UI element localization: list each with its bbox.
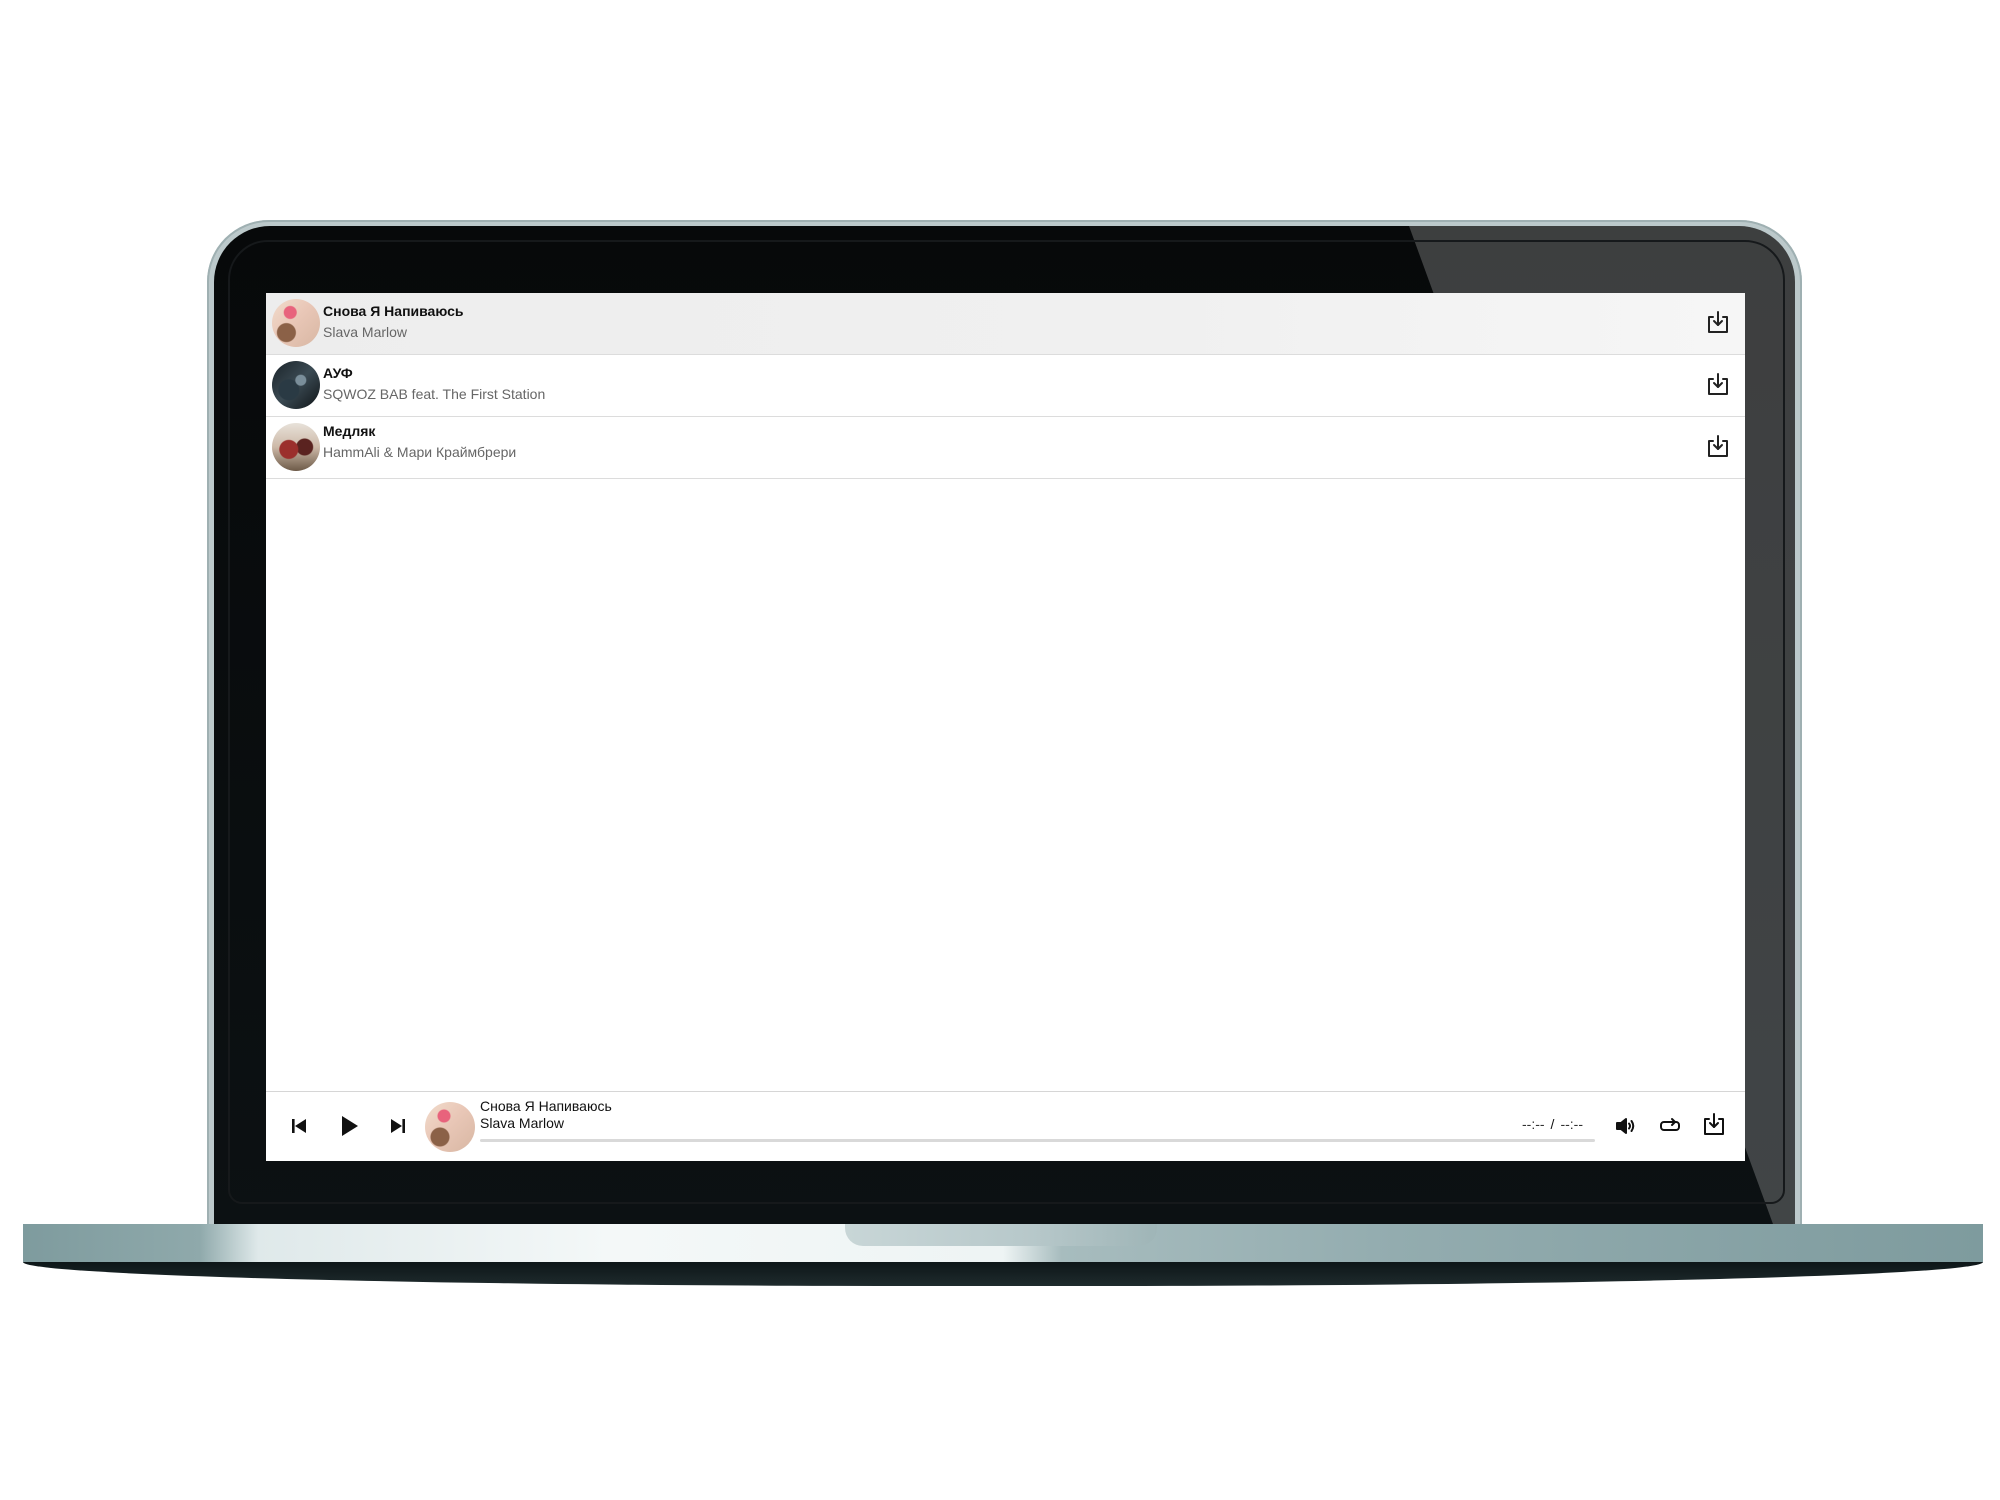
progress-bar[interactable] (480, 1139, 1595, 1142)
repeat-icon[interactable] (1658, 1114, 1682, 1138)
volume-icon[interactable] (1614, 1114, 1638, 1138)
download-icon[interactable] (1705, 434, 1731, 460)
music-player-app: Снова Я Напиваюсь Slava Marlow АУФ SQWOZ… (266, 293, 1745, 1161)
track-row[interactable]: АУФ SQWOZ BAB feat. The First Station (266, 355, 1745, 417)
album-cover-icon (272, 299, 320, 347)
current-time: --:-- (1522, 1116, 1545, 1132)
next-icon[interactable] (388, 1116, 408, 1136)
album-cover-icon (272, 361, 320, 409)
download-icon[interactable] (1705, 372, 1731, 398)
album-cover-icon (272, 423, 320, 471)
player-bar: Снова Я Напиваюсь Slava Marlow --:-- / --:… (266, 1091, 1745, 1161)
time-display: --:-- / --:-- (1522, 1116, 1583, 1132)
track-title: Снова Я Напиваюсь (323, 303, 464, 319)
track-row[interactable]: Снова Я Напиваюсь Slava Marlow (266, 293, 1745, 355)
time-separator: / (1550, 1116, 1555, 1132)
track-row[interactable]: Медляк HammAli & Мари Краймбрери (266, 417, 1745, 479)
download-icon[interactable] (1705, 310, 1731, 336)
now-playing-cover-icon (425, 1102, 475, 1152)
track-artist: Slava Marlow (323, 324, 408, 340)
track-artist: HammAli & Мари Краймбрери (323, 444, 517, 460)
play-icon[interactable] (336, 1113, 362, 1139)
track-list: Снова Я Напиваюсь Slava Marlow АУФ SQWOZ… (266, 293, 1745, 479)
download-icon[interactable] (1701, 1112, 1727, 1138)
laptop-notch (845, 1224, 1157, 1246)
laptop-mockup: Снова Я Напиваюсь Slava Marlow АУФ SQWOZ… (0, 0, 2000, 1500)
laptop-foot (23, 1262, 1983, 1286)
duration-time: --:-- (1560, 1116, 1583, 1132)
now-playing-title: Снова Я Напиваюсь (480, 1098, 612, 1114)
track-artist: SQWOZ BAB feat. The First Station (323, 386, 546, 402)
now-playing-artist: Slava Marlow (480, 1115, 565, 1131)
previous-icon[interactable] (289, 1116, 309, 1136)
track-title: Медляк (323, 423, 376, 439)
track-title: АУФ (323, 365, 353, 381)
